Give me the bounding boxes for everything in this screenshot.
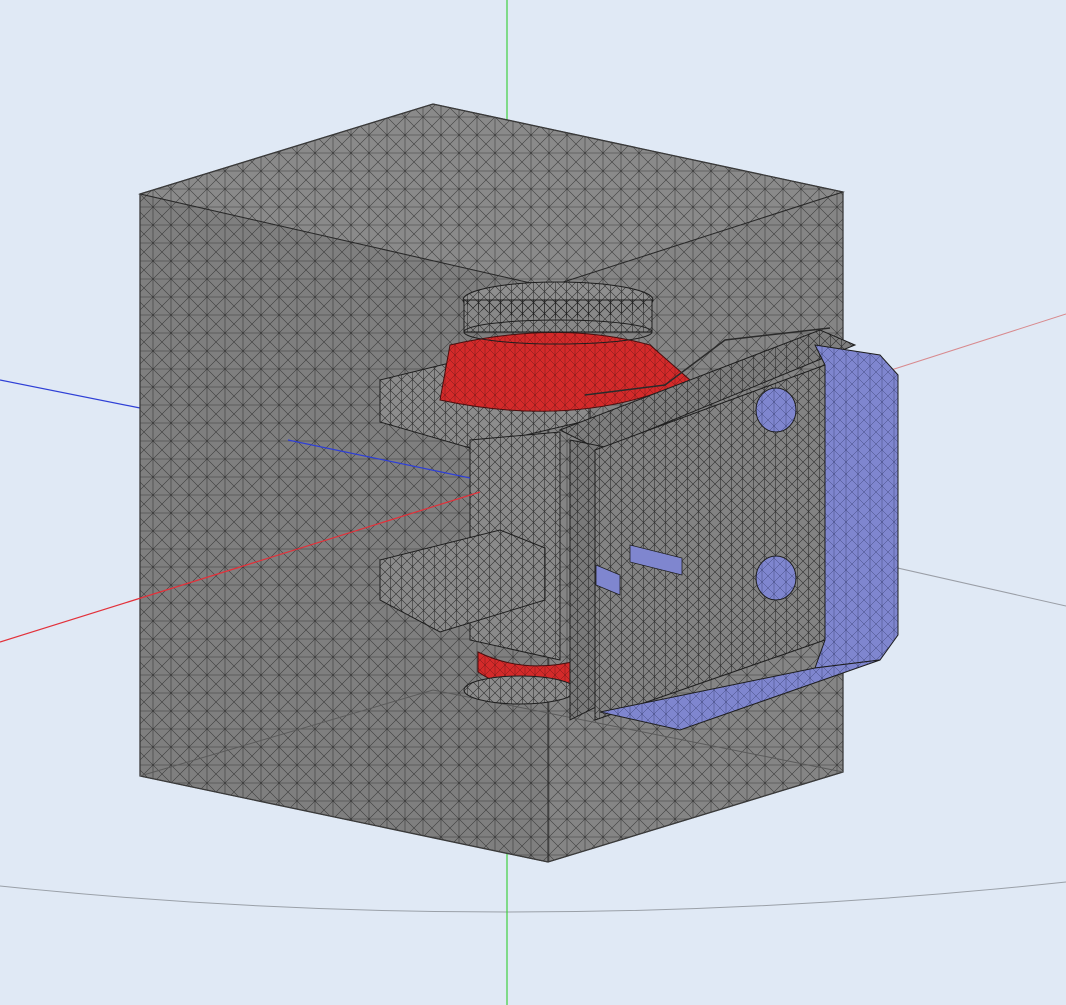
- axis-z-line: [0, 379, 141, 409]
- 3d-viewport[interactable]: [0, 0, 1066, 1005]
- ground-grid-arc: [0, 881, 1066, 913]
- scene-canvas[interactable]: [0, 0, 1066, 1005]
